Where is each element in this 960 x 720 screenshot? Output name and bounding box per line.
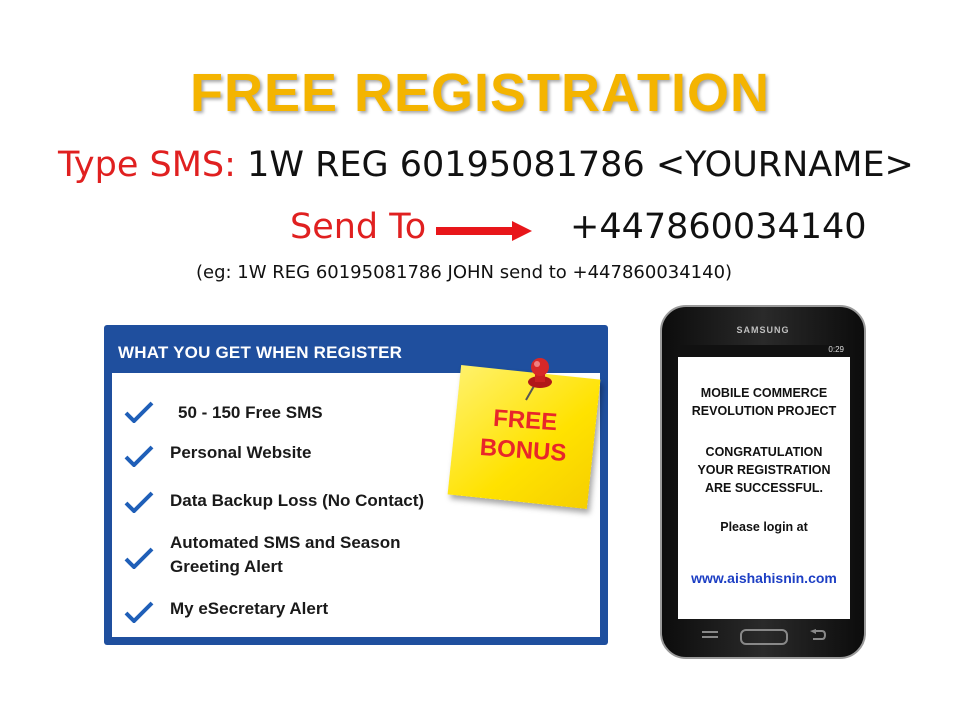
checkmark-icon [124, 445, 154, 467]
checkmark-icon [124, 547, 154, 569]
status-bar: 0:29 [678, 345, 848, 357]
sms-label: Type SMS: [58, 145, 236, 185]
back-key-icon [810, 629, 826, 640]
pushpin-icon [525, 358, 552, 401]
phone-mockup: SAMSUNG 0:29 MOBILE COMMERCE REVOLUTION … [660, 305, 866, 659]
home-button [740, 629, 788, 645]
status-time: 0:29 [828, 345, 844, 354]
screen-line: Please login at [720, 520, 808, 534]
page-title: FREE REGISTRATION [189, 63, 771, 123]
phone-keys [662, 625, 864, 645]
benefit-label: Automated SMS and Season [170, 533, 401, 552]
screen-line: CONGRATULATION [705, 445, 823, 459]
menu-key-icon [702, 631, 718, 638]
bonus-text: FREE BONUS [472, 403, 576, 470]
benefit-label: 50 - 150 Free SMS [178, 403, 323, 422]
screen-line: MOBILE COMMERCE [700, 386, 828, 400]
benefit-label: Data Backup Loss (No Contact) [170, 491, 425, 510]
panel-header: WHAT YOU GET WHEN REGISTER [118, 343, 403, 362]
arrow-right-icon [436, 221, 532, 241]
screen-line: REVOLUTION PROJECT [691, 404, 837, 418]
website-link[interactable]: www.aishahisnin.com [678, 570, 850, 586]
checkmark-icon [124, 491, 154, 513]
sms-instruction: Type SMS: 1W REG 60195081786 <YOURNAME> [58, 145, 914, 185]
benefit-label: Personal Website [170, 443, 312, 462]
send-to-number: +447860034140 [570, 207, 867, 247]
benefit-label-line2: Greeting Alert [170, 557, 283, 576]
checkmark-icon [124, 601, 154, 623]
phone-brand: SAMSUNG [736, 325, 790, 335]
checkmark-icon [124, 401, 154, 423]
send-to-line: Send To +447860034140 [290, 207, 867, 247]
send-to-label: Send To [290, 207, 427, 247]
screen-line: YOUR REGISTRATION [697, 463, 831, 477]
screen-line: ARE SUCCESSFUL. [704, 481, 824, 495]
sms-text: 1W REG 60195081786 <YOURNAME> [247, 145, 914, 185]
phone-screen: MOBILE COMMERCE REVOLUTION PROJECT CONGR… [678, 357, 850, 619]
bonus-line-2: BONUS [478, 433, 568, 467]
benefit-label: My eSecretary Alert [170, 599, 329, 618]
example-text: (eg: 1W REG 60195081786 JOHN send to +44… [196, 262, 733, 283]
